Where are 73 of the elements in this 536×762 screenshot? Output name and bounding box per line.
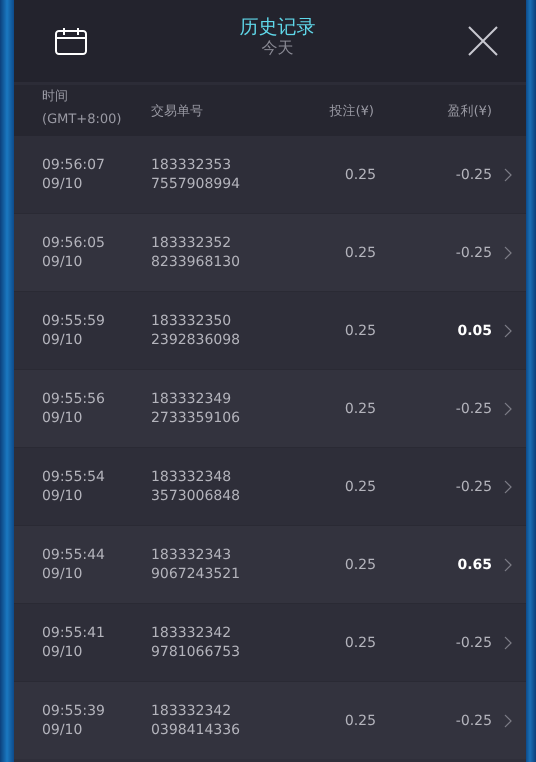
bet-amount: 0.25	[344, 244, 376, 260]
date-text: 09/10	[42, 642, 84, 662]
chevron-right-icon[interactable]	[504, 714, 512, 728]
date-text: 09/10	[42, 252, 84, 272]
profit-amount: -0.25	[454, 166, 492, 182]
chevron-right-icon[interactable]	[504, 480, 512, 494]
bet-amount: 0.25	[344, 634, 376, 650]
date-text: 09/10	[42, 486, 84, 506]
history-row[interactable]: 09:55:41 09/10 183332342 9781066753 0.25 -0.25	[14, 604, 526, 681]
profit-amount: -0.25	[454, 244, 492, 260]
profit-amount: 0.05	[456, 322, 492, 338]
history-row[interactable]: 09:55:54 09/10 183332348 3573006848 0.25 -0.25	[14, 448, 526, 525]
profit-amount: -0.25	[454, 712, 492, 728]
order-number: 2733359106	[151, 408, 242, 428]
timezone-label: (GMT+8:00)	[42, 110, 122, 128]
order-number: 183332353	[151, 156, 232, 174]
bet-amount: 0.25	[344, 166, 376, 182]
history-row[interactable]: 09:55:39 09/10 183332342 0398414336 0.25 -0.25	[14, 682, 526, 759]
bet-amount: 0.25	[344, 478, 376, 494]
chevron-right-icon[interactable]	[504, 168, 512, 182]
order-number: 9067243521	[151, 564, 242, 584]
chevron-right-icon[interactable]	[504, 324, 512, 338]
chevron-right-icon[interactable]	[504, 402, 512, 416]
profit-amount: 0.65	[456, 556, 492, 572]
column-header: 投注(¥)	[328, 102, 374, 120]
page-title: 历史记录	[240, 15, 316, 39]
order-number: 183332349	[151, 390, 232, 408]
order-number: 8233968130	[151, 252, 242, 272]
history-row[interactable]: 09:55:59 09/10 183332350 2392836098 0.25 0.05	[14, 292, 526, 369]
history-row[interactable]: 09:56:07 09/10 183332353 7557908994 0.25 -0.25	[14, 136, 526, 213]
time-text: 09:55:56	[42, 390, 106, 408]
date-text: 09/10	[42, 720, 84, 740]
order-number: 183332342	[151, 702, 232, 720]
order-number: 183332342	[151, 624, 232, 642]
chevron-right-icon[interactable]	[504, 558, 512, 572]
order-number: 183332352	[151, 234, 232, 252]
time-text: 09:55:39	[42, 702, 106, 720]
bet-amount: 0.25	[344, 556, 376, 572]
profit-amount: -0.25	[454, 634, 492, 650]
order-number: 9781066753	[151, 642, 242, 662]
bet-amount: 0.25	[344, 400, 376, 416]
column-header: 时间	[42, 88, 69, 106]
chevron-right-icon[interactable]	[504, 246, 512, 260]
column-header: 盈利(¥)	[446, 102, 492, 120]
date-text: 09/10	[42, 408, 84, 428]
calendar-icon[interactable]	[55, 27, 87, 55]
order-number: 183332343	[151, 546, 232, 564]
history-row[interactable]: 09:55:44 09/10 183332343 9067243521 0.25 0.65	[14, 526, 526, 603]
profit-amount: -0.25	[454, 478, 492, 494]
column-header: 交易单号	[151, 102, 204, 120]
time-text: 09:55:41	[42, 624, 106, 642]
time-text: 09:55:44	[42, 546, 106, 564]
chevron-right-icon[interactable]	[504, 636, 512, 650]
order-number: 183332348	[151, 468, 232, 486]
date-text: 09/10	[42, 330, 84, 350]
order-number: 3573006848	[151, 486, 242, 506]
profit-amount: -0.25	[454, 400, 492, 416]
date-text: 09/10	[42, 564, 84, 584]
date-filter-label: 今天	[262, 39, 294, 57]
bet-amount: 0.25	[344, 712, 376, 728]
time-text: 09:55:59	[42, 312, 106, 330]
history-row[interactable]: 09:55:56 09/10 183332349 2733359106 0.25 -0.25	[14, 370, 526, 447]
time-text: 09:55:54	[42, 468, 106, 486]
time-text: 09:56:05	[42, 234, 106, 252]
order-number: 2392836098	[151, 330, 242, 350]
order-number: 7557908994	[151, 174, 242, 194]
time-text: 09:56:07	[42, 156, 106, 174]
order-number: 0398414336	[151, 720, 242, 740]
history-row[interactable]: 09:56:05 09/10 183332352 8233968130 0.25 -0.25	[14, 214, 526, 291]
close-icon[interactable]	[468, 26, 498, 56]
order-number: 183332350	[151, 312, 232, 330]
date-text: 09/10	[42, 174, 84, 194]
bet-amount: 0.25	[344, 322, 376, 338]
